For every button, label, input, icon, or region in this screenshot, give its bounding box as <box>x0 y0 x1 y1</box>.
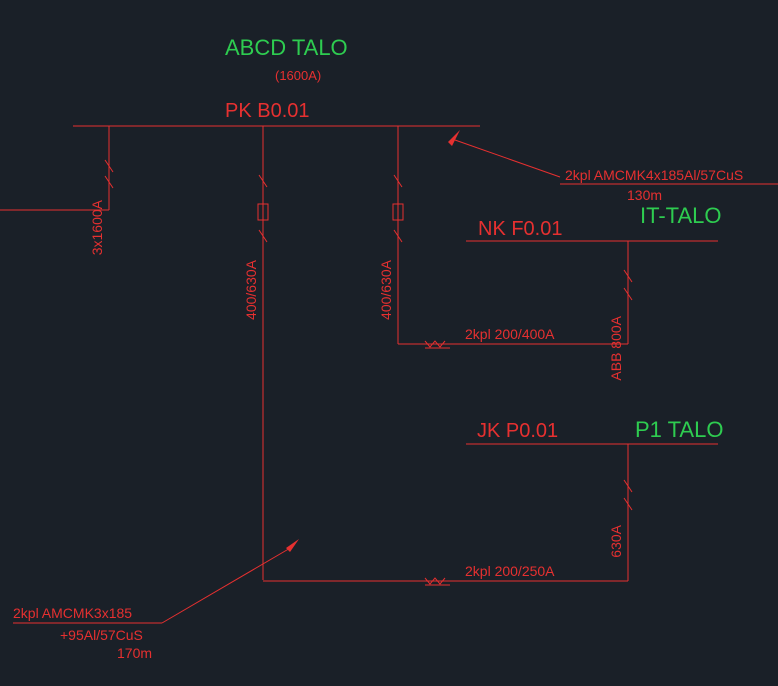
incoming-rating: 3x1600A <box>89 199 105 255</box>
conn1-text: 2kpl 200/400A <box>465 326 555 342</box>
cable1-arrowhead <box>448 130 460 146</box>
diagram-rating: (1600A) <box>275 68 321 83</box>
cable2-spec: 2kpl AMCMK3x185 <box>13 605 132 621</box>
cable1-spec: 2kpl AMCMK4x185Al/57CuS <box>565 167 743 183</box>
bus2-label: NK F0.01 <box>478 218 562 240</box>
cable1-length: 130m <box>627 187 662 203</box>
bus1-label: PK B0.01 <box>225 100 310 122</box>
conn2-text: 2kpl 200/250A <box>465 563 555 579</box>
cable2-leader <box>162 547 292 623</box>
bus2-breaker: ABB 800A <box>608 315 624 380</box>
bus3-label: JK P0.01 <box>477 420 558 442</box>
diagram-title: ABCD TALO <box>225 35 348 60</box>
cable2-arrowhead <box>286 539 299 552</box>
feeder1-rating: 400/630A <box>243 259 259 320</box>
cable1-leader <box>455 140 560 177</box>
bus2-location: IT-TALO <box>640 203 722 228</box>
cable2-spec2: +95Al/57CuS <box>60 627 143 643</box>
feeder2-rating: 400/630A <box>378 259 394 320</box>
bus3-location: P1 TALO <box>635 417 723 442</box>
cable2-length: 170m <box>117 645 152 661</box>
bus3-breaker: 630A <box>608 524 624 557</box>
